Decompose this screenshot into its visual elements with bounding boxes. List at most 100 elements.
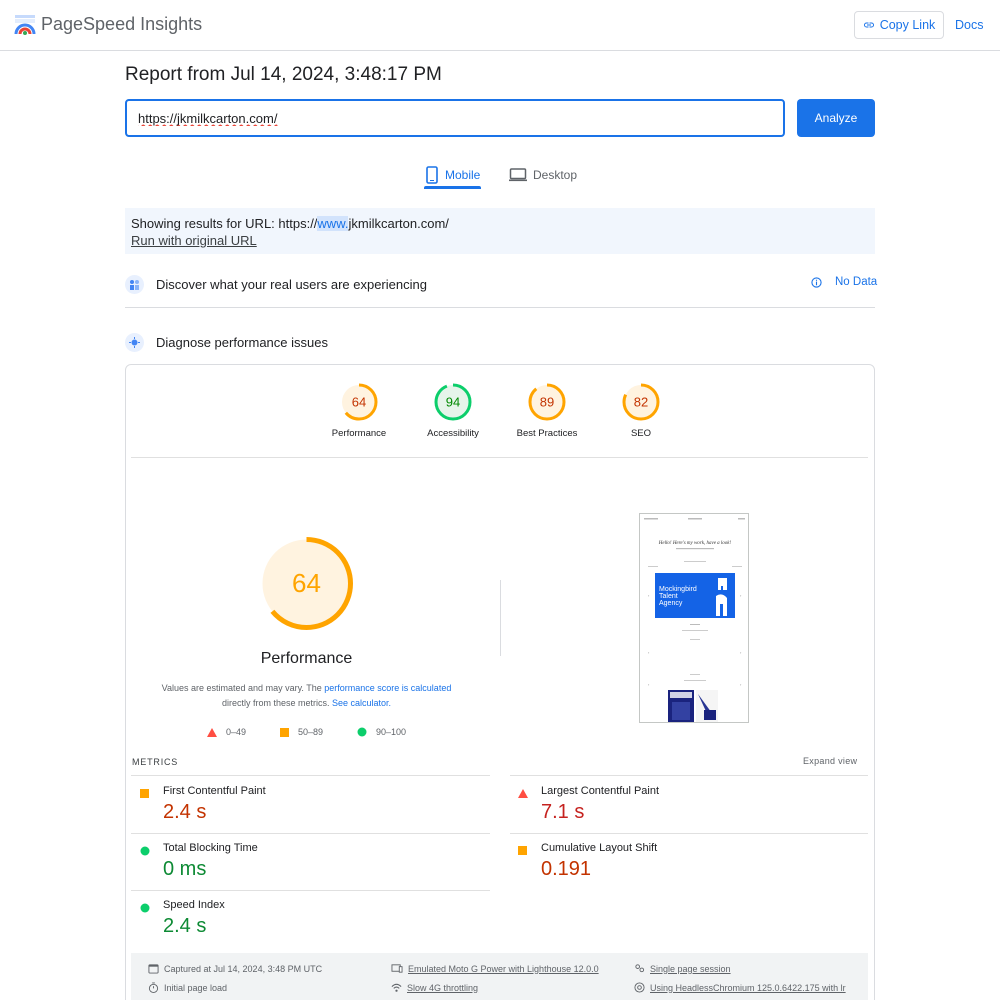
score-gauge-best-practices[interactable]: 89 Best Practices: [507, 382, 587, 439]
copy-link-button[interactable]: Copy Link: [854, 11, 944, 39]
url-redirect-notice: Showing results for URL: https://www.jkm…: [125, 208, 875, 254]
score-label: SEO: [630, 428, 652, 439]
metric-value: 2.4 s: [163, 801, 207, 823]
notice-highlight: www.: [317, 216, 349, 231]
square-average-icon: [518, 846, 527, 855]
metric-speed-index: Speed Index 2.4 s: [140, 899, 470, 955]
metric-divider: [131, 890, 490, 891]
legend-average: 50–89: [280, 727, 323, 737]
emulated-device[interactable]: Emulated Moto G Power with Lighthouse 12…: [391, 963, 599, 974]
section-divider: [125, 307, 875, 308]
score-gauge-performance[interactable]: 64 Performance: [319, 382, 399, 439]
no-data-indicator[interactable]: No Data: [811, 276, 877, 288]
square-average-icon: [140, 789, 149, 798]
active-tab-indicator: [424, 186, 481, 189]
tab-mobile-label: Mobile: [445, 168, 481, 182]
mobile-icon: [426, 166, 438, 184]
real-users-section-header: Discover what your real users are experi…: [125, 272, 875, 296]
no-data-label: No Data: [835, 276, 878, 288]
metric-divider: [131, 775, 490, 776]
network-throttling[interactable]: Slow 4G throttling: [391, 982, 478, 993]
devices-icon: [391, 964, 403, 973]
metric-value: 7.1 s: [541, 801, 585, 823]
gauge-ring: 94: [434, 383, 472, 421]
captured-at-label: Captured at Jul 14, 2024, 3:48 PM UTC: [164, 963, 323, 974]
metric-divider: [510, 833, 868, 834]
tab-desktop[interactable]: Desktop: [509, 160, 577, 190]
main-gauge-value: 64: [292, 568, 321, 598]
circle-pass-icon: [357, 727, 367, 737]
initial-page-load-label: Initial page load: [164, 982, 228, 993]
banner-line2: Talent: [659, 593, 678, 600]
browser-version[interactable]: Using HeadlessChromium 125.0.6422.175 wi…: [634, 982, 846, 993]
timer-icon: [148, 982, 159, 993]
metric-divider: [131, 833, 490, 834]
docs-link[interactable]: Docs: [955, 18, 983, 32]
metric-name: Largest Contentful Paint: [541, 785, 660, 797]
square-average-icon: [280, 727, 289, 737]
browser-version-label: Using HeadlessChromium 125.0.6422.175 wi…: [650, 982, 846, 993]
top-bar: PageSpeed Insights Copy Link Docs: [0, 0, 1000, 51]
network-throttling-label: Slow 4G throttling: [407, 982, 479, 993]
score-gauge-accessibility[interactable]: 94 Accessibility: [413, 382, 493, 439]
legend-average-label: 50–89: [298, 727, 324, 737]
svg-text:›: ›: [740, 650, 742, 655]
score-gauge-seo[interactable]: 82 SEO: [601, 382, 681, 439]
banner-line3: Agency: [659, 600, 683, 607]
info-icon: [811, 276, 822, 288]
screenshot-headline: Hello! Here's my work, have a look!: [658, 541, 732, 546]
crux-icon: [125, 274, 144, 294]
initial-page-load: Initial page load: [148, 982, 227, 993]
run-original-url-link[interactable]: Run with original URL: [131, 232, 257, 249]
svg-text:‹: ‹: [648, 650, 650, 655]
note-pre: Values are estimated and may vary. The: [161, 683, 325, 693]
brand-title[interactable]: PageSpeed Insights: [41, 14, 202, 35]
legend-fail: 0–49: [207, 727, 246, 737]
main-gauge-title: Performance: [260, 650, 353, 667]
metric-name: Cumulative Layout Shift: [541, 842, 658, 854]
notice-suffix: jkmilkcarton.com/: [348, 216, 449, 231]
legend-fail-label: 0–49: [226, 727, 247, 737]
final-screenshot-thumbnail[interactable]: Hello! Here's my work, have a look! Mock…: [639, 513, 749, 723]
metric-cumulative-layout-shift: Cumulative Layout Shift 0.191: [518, 842, 848, 898]
score-value: 82: [634, 395, 648, 410]
score-label: Best Practices: [516, 428, 578, 439]
performance-score-link[interactable]: performance score is calculated: [324, 683, 451, 693]
analyze-button[interactable]: Analyze: [797, 99, 875, 137]
metrics-heading: METRICS: [132, 757, 179, 767]
circle-pass-icon: [140, 846, 150, 856]
metric-value: 0 ms: [163, 858, 207, 880]
link-icon: [863, 22, 874, 28]
see-calculator-link[interactable]: See calculator.: [332, 698, 391, 708]
gauges-divider: [131, 457, 868, 458]
metric-divider: [510, 775, 868, 776]
tab-desktop-label: Desktop: [533, 168, 578, 182]
svg-text:‹: ‹: [648, 593, 650, 598]
score-value: 94: [446, 395, 460, 410]
note-mid: directly from these metrics.: [221, 698, 332, 708]
copy-link-label: Copy Link: [879, 18, 936, 32]
chrome-icon: [634, 982, 645, 993]
diagnose-title: Diagnose performance issues: [156, 334, 328, 350]
legend-pass: 90–100: [357, 727, 406, 737]
gauge-ring: 82: [622, 383, 660, 421]
single-page-session-label: Single page session: [650, 963, 731, 974]
single-page-session[interactable]: Single page session: [634, 963, 731, 974]
pagespeed-logo-icon[interactable]: [14, 14, 36, 36]
notice-text: Showing results for URL: https://www.jkm…: [131, 215, 869, 232]
url-input[interactable]: [125, 99, 785, 137]
captured-at: Captured at Jul 14, 2024, 3:48 PM UTC: [148, 963, 322, 974]
score-label: Performance: [331, 428, 387, 439]
gauge-ring: 64: [340, 383, 378, 421]
lighthouse-icon: [125, 332, 144, 352]
circle-pass-icon: [140, 903, 150, 913]
metric-value: 0.191: [541, 858, 592, 880]
people-icon: [635, 964, 645, 973]
metric-name: Speed Index: [163, 899, 225, 911]
screenshot-content: Hello! Here's my work, have a look! Mock…: [644, 518, 745, 722]
score-value: 64: [352, 395, 366, 410]
expand-view-toggle[interactable]: Expand view: [803, 756, 857, 766]
estimate-note: Values are estimated and may vary. The p…: [150, 681, 463, 711]
calendar-icon: [148, 964, 159, 974]
svg-text:‹: ‹: [648, 682, 650, 687]
